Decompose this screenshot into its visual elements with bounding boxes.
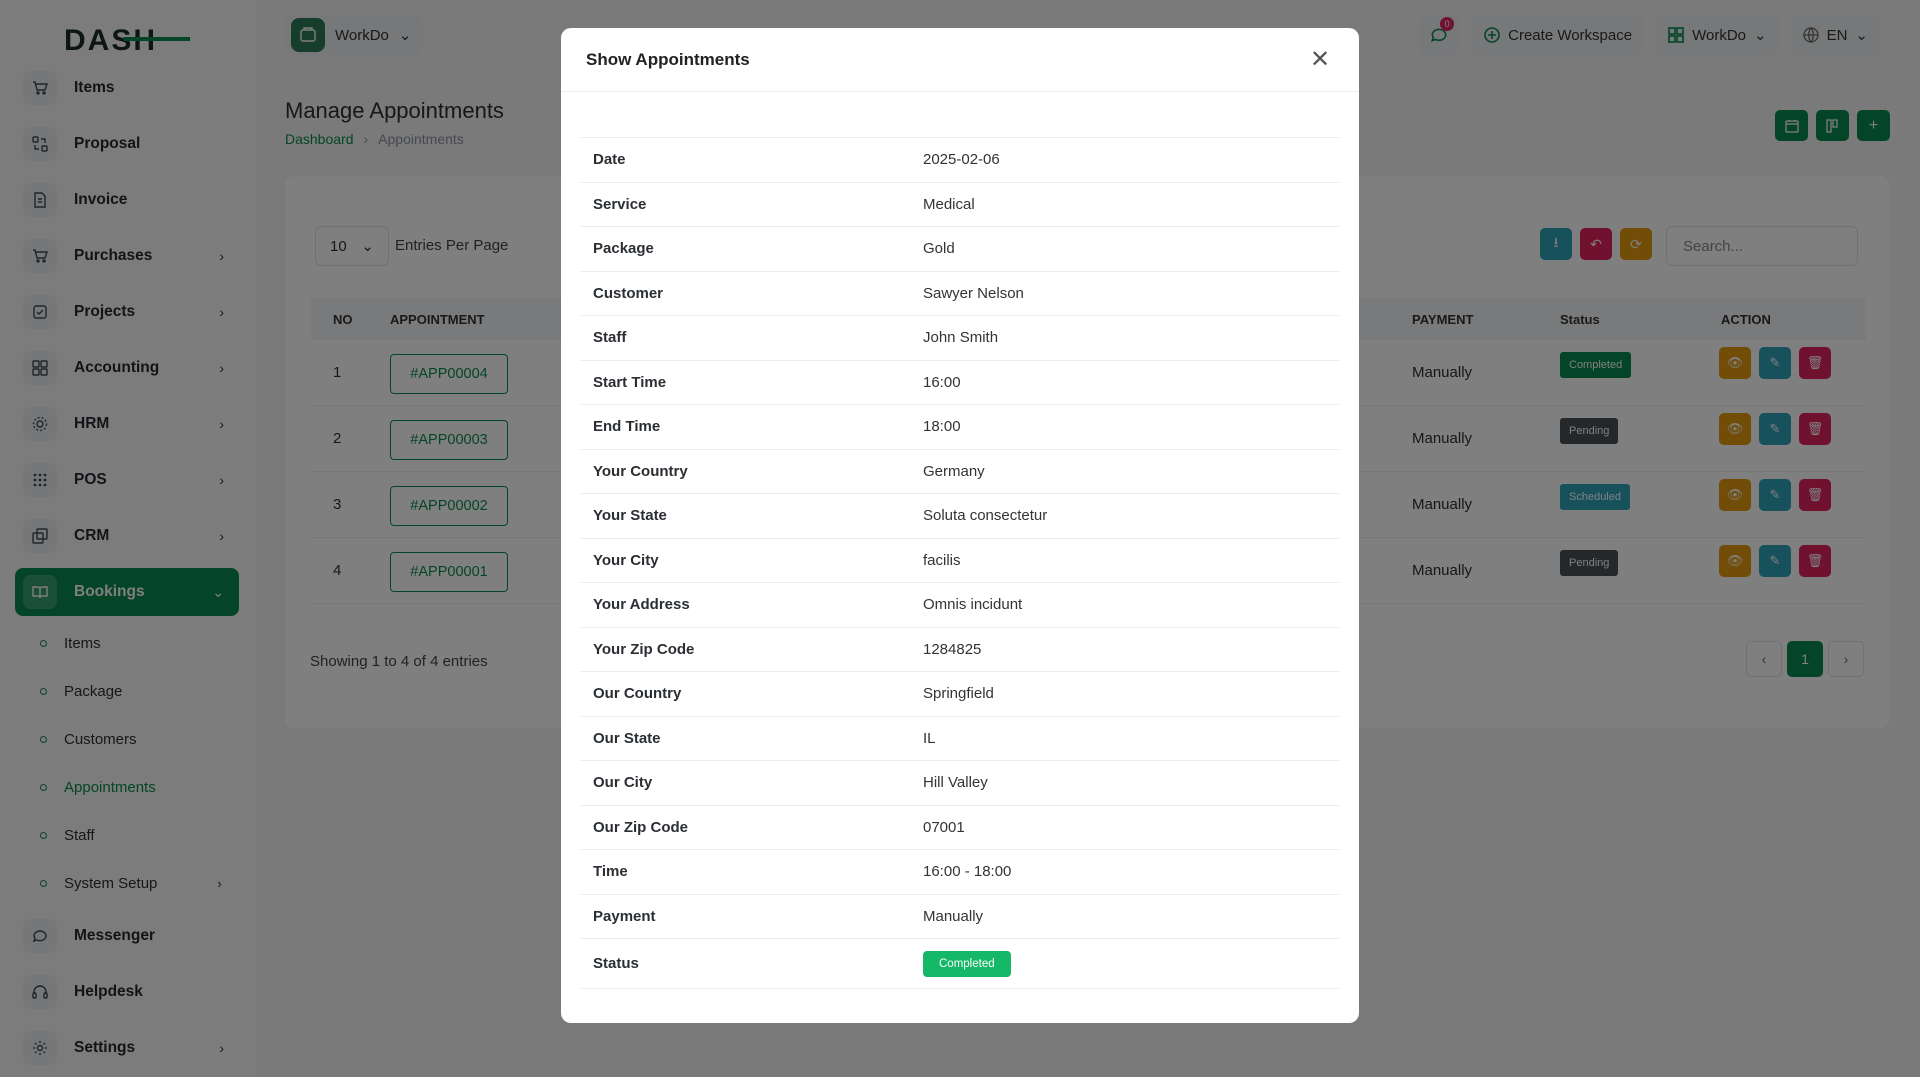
detail-value: Springfield <box>923 685 994 703</box>
detail-label: End Time <box>593 418 661 436</box>
detail-row: Service Medical <box>581 183 1339 227</box>
detail-row: End Time 18:00 <box>581 405 1339 450</box>
detail-row: Our Country Springfield <box>581 672 1339 717</box>
detail-row: Your State Soluta consectetur <box>581 494 1339 539</box>
detail-value: 16:00 - 18:00 <box>923 863 1012 881</box>
detail-row: Your Zip Code 1284825 <box>581 628 1339 672</box>
detail-row: Date 2025-02-06 <box>581 138 1339 183</box>
detail-row: Your City facilis <box>581 539 1339 583</box>
detail-label: Your State <box>593 507 667 525</box>
detail-label: Your City <box>593 551 659 569</box>
detail-row: Staff John Smith <box>581 316 1339 361</box>
detail-label: Your Zip Code <box>593 640 695 658</box>
detail-label: Your Address <box>593 596 690 614</box>
detail-label: Our Zip Code <box>593 818 688 836</box>
detail-row: Your Country Germany <box>581 450 1339 494</box>
modal-title: Show Appointments <box>586 49 750 69</box>
detail-value: Hill Valley <box>923 774 988 792</box>
detail-value: 1284825 <box>923 640 982 658</box>
detail-row: Start Time 16:00 <box>581 361 1339 405</box>
detail-label: Service <box>593 195 647 213</box>
appointment-details: Date 2025-02-06 Service Medical Package Gol… <box>581 137 1339 989</box>
detail-value: 07001 <box>923 818 965 836</box>
status-badge: Completed <box>923 950 1011 977</box>
detail-value: Manually <box>923 907 984 925</box>
detail-label: Our City <box>593 774 653 792</box>
detail-value: IL <box>923 729 936 747</box>
detail-value: Germany <box>923 462 985 480</box>
detail-label: Start Time <box>593 373 667 391</box>
detail-label: Status <box>593 955 639 972</box>
detail-label: Your Country <box>593 462 688 480</box>
detail-value: 16:00 <box>923 373 961 391</box>
detail-row: Package Gold <box>581 227 1339 272</box>
detail-label: Date <box>593 151 626 169</box>
detail-row: Payment Manually <box>581 895 1339 939</box>
close-icon[interactable]: ✕ <box>1306 46 1334 74</box>
detail-value: 18:00 <box>923 418 961 436</box>
detail-label: Staff <box>593 329 627 347</box>
detail-row: Customer Sawyer Nelson <box>581 272 1339 316</box>
detail-value: Omnis incidunt <box>923 596 1023 614</box>
detail-label: Our State <box>593 729 661 747</box>
show-appointment-modal: Show Appointments ✕ Date 2025-02-06 Servi… <box>561 28 1359 1023</box>
detail-label: Package <box>593 240 654 258</box>
detail-row: Our Zip Code 07001 <box>581 806 1339 850</box>
detail-value: Medical <box>923 195 975 213</box>
detail-value: John Smith <box>923 329 999 347</box>
detail-value: facilis <box>923 551 961 569</box>
detail-label: Customer <box>593 284 664 302</box>
detail-value: Gold <box>923 240 955 258</box>
detail-row: Time 16:00 - 18:00 <box>581 850 1339 895</box>
detail-row-status: Status Completed <box>581 939 1339 989</box>
modal-header: Show Appointments ✕ <box>561 28 1359 92</box>
detail-row: Our City Hill Valley <box>581 761 1339 806</box>
detail-value: 2025-02-06 <box>923 151 1000 169</box>
detail-label: Payment <box>593 907 656 925</box>
detail-value: Soluta consectetur <box>923 507 1048 525</box>
detail-row: Our State IL <box>581 717 1339 761</box>
detail-label: Time <box>593 863 628 881</box>
detail-value: Sawyer Nelson <box>923 284 1024 302</box>
detail-label: Our Country <box>593 685 682 703</box>
detail-row: Your Address Omnis incidunt <box>581 583 1339 628</box>
